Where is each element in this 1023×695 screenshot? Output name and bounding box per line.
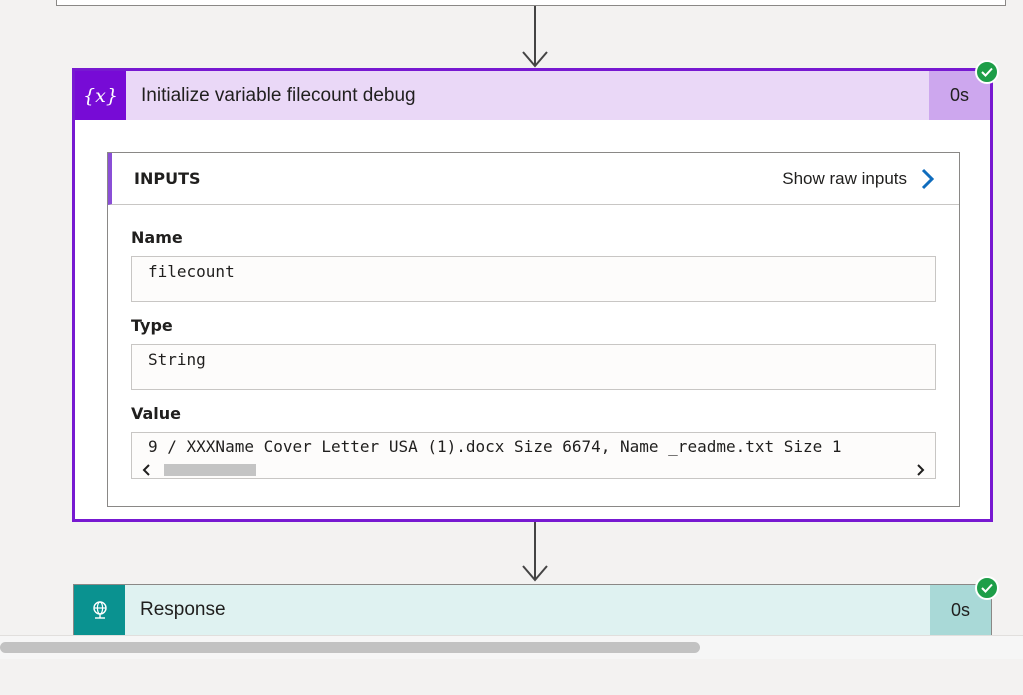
response-title: Response	[140, 599, 226, 620]
inputs-header: INPUTS Show raw inputs	[108, 153, 959, 205]
scroll-left-icon[interactable]	[132, 462, 160, 478]
page-scrollbar-thumb[interactable]	[0, 642, 700, 653]
action-title: Initialize variable filecount debug	[141, 84, 416, 106]
action-card-header[interactable]: {x} Initialize variable filecount debug …	[75, 71, 990, 120]
chevron-right-icon	[921, 168, 935, 189]
variable-icon: {x}	[75, 71, 126, 120]
page-horizontal-scrollbar[interactable]	[0, 635, 1023, 660]
type-value-field[interactable]: String	[131, 344, 936, 390]
value-horizontal-scrollbar[interactable]	[132, 462, 935, 478]
scrollbar-thumb[interactable]	[164, 464, 256, 476]
show-raw-inputs-label: Show raw inputs	[782, 168, 907, 188]
check-circle-icon	[975, 576, 999, 600]
name-label: Name	[131, 228, 183, 247]
arrow-down-icon	[522, 522, 548, 582]
page-bottom-area	[0, 659, 1023, 695]
value-value-field[interactable]: 9 / XXXName Cover Letter USA (1).docx Si…	[131, 432, 936, 479]
inputs-title: INPUTS	[134, 169, 201, 188]
action-card-response[interactable]: Response 0s	[73, 584, 992, 635]
action-card-initialize-variable[interactable]: {x} Initialize variable filecount debug …	[72, 68, 993, 522]
type-label: Type	[131, 316, 173, 335]
inputs-panel: INPUTS Show raw inputs Name filecount Ty…	[107, 152, 960, 507]
flow-canvas: {x} Initialize variable filecount debug …	[0, 0, 1023, 695]
show-raw-inputs-link[interactable]: Show raw inputs	[782, 168, 935, 190]
scrollbar-track[interactable]	[160, 464, 907, 476]
globe-network-icon	[74, 585, 125, 635]
scroll-right-icon[interactable]	[907, 462, 935, 478]
arrow-down-icon	[522, 6, 548, 68]
check-circle-icon	[975, 60, 999, 84]
name-value-field[interactable]: filecount	[131, 256, 936, 302]
value-label: Value	[131, 404, 182, 423]
value-text: 9 / XXXName Cover Letter USA (1).docx Si…	[148, 437, 842, 456]
